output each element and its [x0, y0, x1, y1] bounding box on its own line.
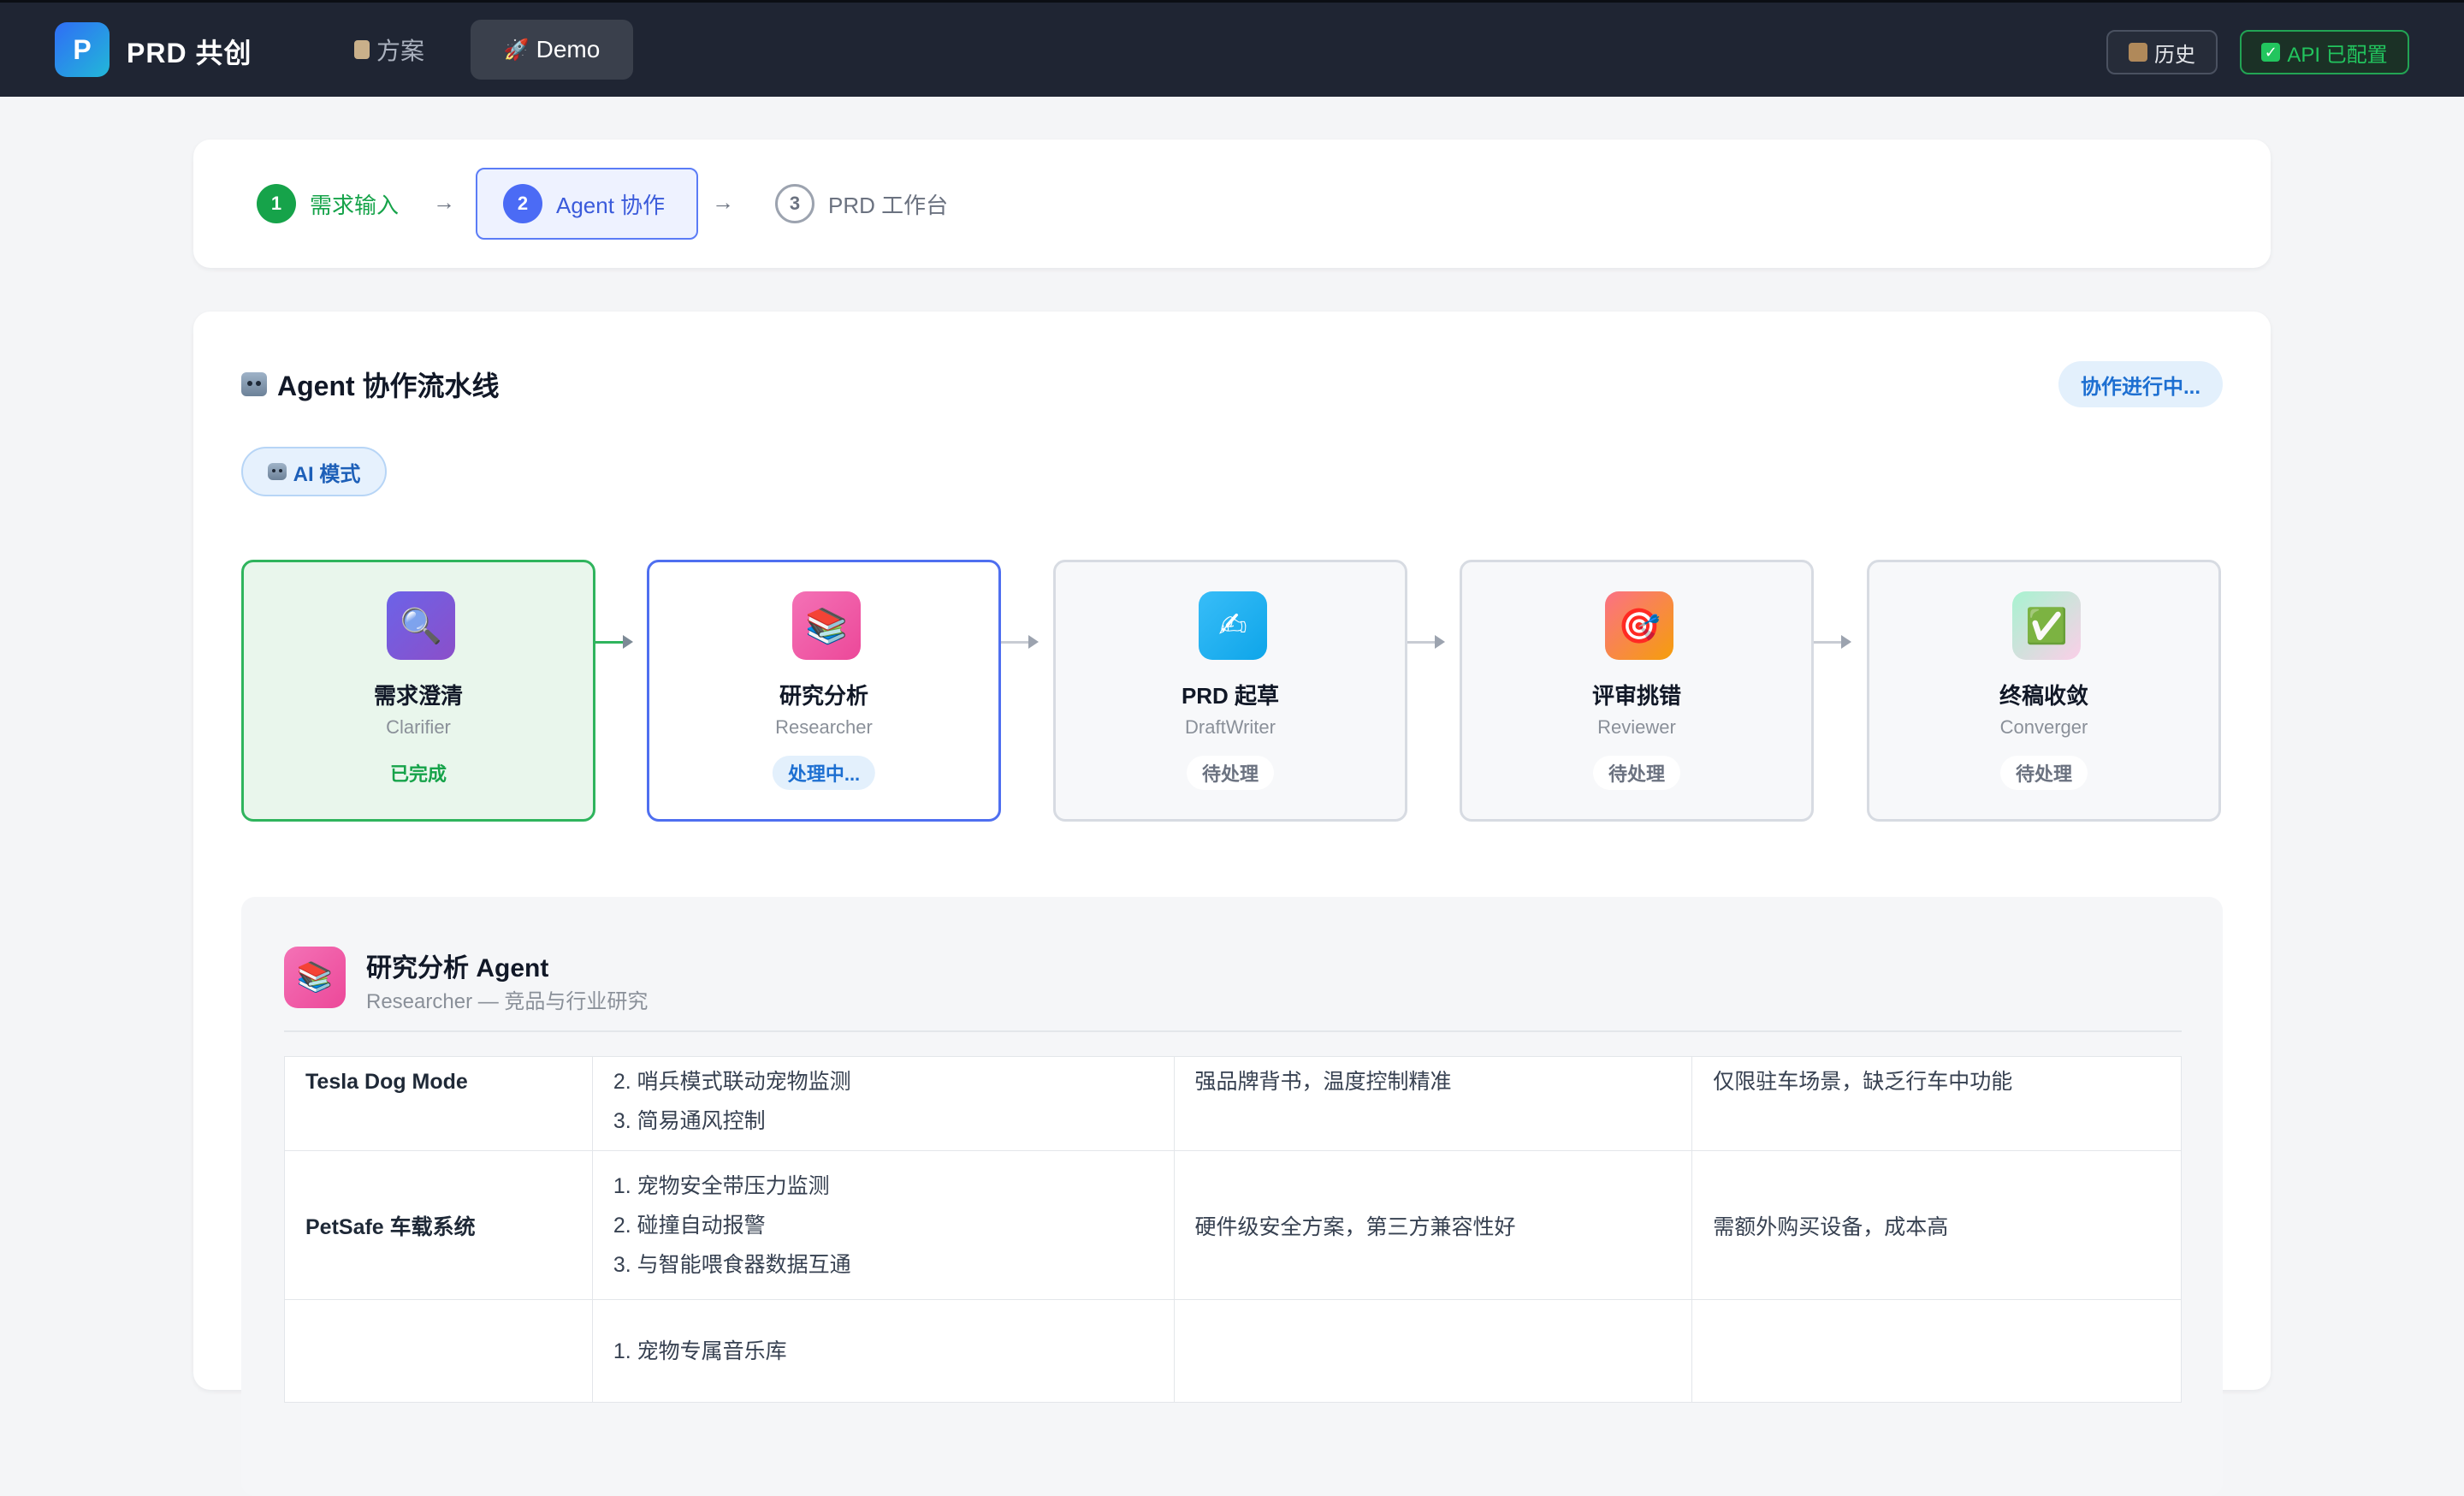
api-config-label: API 已配置 [2287, 43, 2388, 67]
api-config-button[interactable]: ✓ API 已配置 [2240, 30, 2409, 74]
logo-letter: P [73, 33, 92, 65]
agent-card-clarifier[interactable]: 🔍 需求澄清 Clarifier 已完成 [241, 560, 595, 822]
agent-status-badge: 已完成 [389, 763, 447, 785]
advantage-cell: 强品牌背书，温度控制精准 [1173, 1056, 1693, 1151]
competitor-table: Tesla Dog Mode 2. 哨兵模式联动宠物监测 3. 简易通风控制 强… [284, 1056, 2182, 1403]
cell-text: 强品牌背书，温度控制精准 [1194, 1070, 1452, 1094]
agent-card-converger[interactable]: ✅ 终稿收敛 Converger 待处理 [1867, 560, 2221, 822]
clipboard-icon [353, 40, 370, 59]
detail-title: 研究分析 Agent [366, 954, 549, 982]
history-button[interactable]: 历史 [2106, 30, 2218, 74]
disadvantage-cell [1691, 1299, 2182, 1403]
feature-item: 2. 哨兵模式联动宠物监测 [613, 1070, 851, 1094]
step-requirement-input[interactable]: 1 需求输入 [257, 182, 399, 225]
agent-card-reviewer[interactable]: 🎯 评审挑错 Reviewer 待处理 [1460, 560, 1814, 822]
feature-item: 2. 碰撞自动报警 [613, 1213, 766, 1238]
target-icon: 🎯 [1605, 591, 1673, 660]
divider [284, 1030, 2182, 1032]
agent-role: Clarifier [386, 716, 451, 738]
agent-name: 研究分析 [779, 683, 868, 709]
tab-plan[interactable]: 方案 [335, 20, 443, 80]
tab-demo-label: Demo [536, 36, 601, 62]
agent-card-draftwriter[interactable]: ✍ PRD 起草 DraftWriter 待处理 [1053, 560, 1407, 822]
step-number: 1 [257, 184, 296, 223]
agent-status-badge: 待处理 [1186, 756, 1275, 790]
step-agent-collab[interactable]: 2 Agent 协作 [476, 168, 698, 240]
tab-demo[interactable]: 🚀 Demo [471, 20, 633, 80]
app-logo[interactable]: P [55, 22, 110, 77]
agent-role: DraftWriter [1185, 716, 1276, 738]
feature-item: 1. 宠物专属音乐库 [613, 1339, 787, 1363]
features-cell: 1. 宠物专属音乐库 [591, 1299, 1175, 1403]
step-label: 需求输入 [310, 192, 400, 218]
book-icon [2129, 43, 2147, 62]
check-icon: ✅ [2012, 591, 2081, 660]
writing-hand-icon: ✍ [1199, 591, 1267, 660]
table-row: Tesla Dog Mode 2. 哨兵模式联动宠物监测 3. 简易通风控制 强… [284, 1056, 2182, 1151]
robot-icon [241, 372, 267, 396]
magnifier-icon: 🔍 [387, 591, 455, 660]
arrow-right-icon: → [712, 189, 734, 215]
pipeline-connector [1001, 635, 1039, 649]
rocket-icon: 🚀 [503, 38, 530, 62]
feature-item: 3. 与智能喂食器数据互通 [613, 1252, 851, 1277]
step-number: 3 [775, 184, 814, 223]
ai-mode-toggle[interactable]: AI 模式 [241, 447, 387, 496]
agent-role: Reviewer [1597, 716, 1676, 738]
check-icon: ✓ [2261, 43, 2281, 62]
agent-name: 评审挑错 [1591, 683, 1681, 709]
agent-role: Researcher [775, 716, 873, 738]
books-icon: 📚 [284, 947, 346, 1008]
agent-status-badge: 待处理 [1999, 756, 2088, 790]
history-button-label: 历史 [2154, 43, 2195, 67]
arrow-right-icon: → [433, 189, 455, 215]
stepper-card: 1 需求输入 → 2 Agent 协作 → 3 PRD 工作台 [193, 140, 2271, 268]
pipeline-connector [1407, 635, 1445, 649]
step-label: PRD 工作台 [828, 192, 949, 218]
agent-name: 需求澄清 [373, 683, 463, 709]
pipeline-connector [595, 635, 633, 649]
pipeline-card: Agent 协作流水线 协作进行中... AI 模式 🔍 需求澄清 Clarif… [193, 312, 2271, 1496]
app-title: PRD 共创 [127, 38, 252, 68]
feature-item: 1. 宠物安全带压力监测 [613, 1173, 830, 1198]
ai-mode-label: AI 模式 [293, 462, 361, 486]
step-prd-workbench[interactable]: 3 PRD 工作台 [775, 182, 948, 225]
advantage-cell [1173, 1299, 1693, 1403]
disadvantage-cell: 需额外购买设备，成本高 [1691, 1150, 2182, 1300]
feature-item: 3. 简易通风控制 [613, 1109, 766, 1133]
agent-name: PRD 起草 [1181, 683, 1280, 709]
agent-detail-panel: 📚 研究分析 Agent Researcher — 竞品与行业研究 Tesla … [241, 897, 2223, 1496]
robot-icon [267, 463, 287, 480]
table-row: PetSafe 车载系统 1. 宠物安全带压力监测 2. 碰撞自动报警 3. 与… [284, 1150, 2182, 1300]
agent-status-badge: 处理中... [772, 756, 876, 790]
collab-status-badge: 协作进行中... [2058, 361, 2223, 407]
top-nav-bar: P PRD 共创 方案 🚀 Demo 历史 ✓ API 已配置 [0, 0, 2464, 97]
cell-text: 仅限驻车场景，缺乏行车中功能 [1713, 1070, 2013, 1094]
agent-status-badge: 待处理 [1592, 756, 1681, 790]
detail-subtitle: Researcher — 竞品与行业研究 [366, 990, 649, 1013]
agent-card-researcher[interactable]: 📚 研究分析 Researcher 处理中... [647, 560, 1001, 822]
disadvantage-cell: 仅限驻车场景，缺乏行车中功能 [1691, 1056, 2182, 1151]
features-cell: 1. 宠物安全带压力监测 2. 碰撞自动报警 3. 与智能喂食器数据互通 [591, 1150, 1175, 1300]
agent-role: Converger [1999, 716, 2088, 738]
tab-plan-label: 方案 [376, 38, 424, 64]
table-row: 1. 宠物专属音乐库 [284, 1299, 2182, 1403]
agent-name: 终稿收敛 [1999, 683, 2088, 709]
books-icon: 📚 [792, 591, 861, 660]
cell-text: Tesla Dog Mode [305, 1070, 468, 1094]
pipeline-title-text: Agent 协作流水线 [277, 371, 500, 401]
features-cell: 2. 哨兵模式联动宠物监测 3. 简易通风控制 [591, 1056, 1175, 1151]
competitor-name [284, 1299, 593, 1403]
step-number: 2 [503, 184, 542, 223]
pipeline-connector [1814, 635, 1851, 649]
pipeline-title: Agent 协作流水线 [241, 365, 500, 404]
advantage-cell: 硬件级安全方案，第三方兼容性好 [1173, 1150, 1693, 1300]
competitor-name: Tesla Dog Mode [284, 1056, 593, 1151]
step-label: Agent 协作 [556, 192, 666, 218]
competitor-name: PetSafe 车载系统 [284, 1150, 593, 1300]
